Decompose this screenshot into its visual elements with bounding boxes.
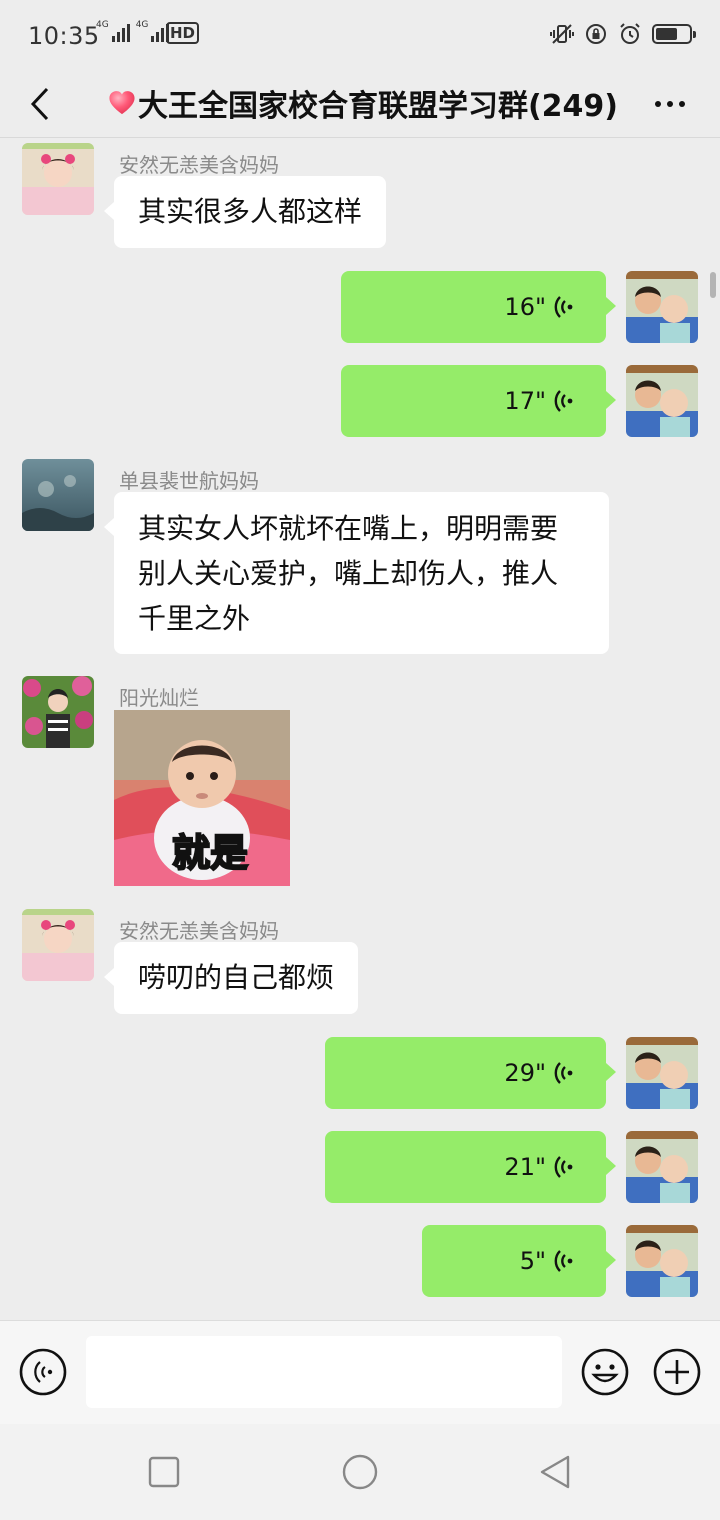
battery-level [656, 28, 677, 40]
status-bar: 10:35 4G 4G HD [0, 0, 720, 72]
avatar[interactable] [22, 909, 94, 981]
message-text-line: 千里之外 [138, 602, 251, 635]
hd-voice-icon: HD [166, 22, 200, 44]
input-bar [0, 1320, 720, 1424]
voice-duration: 21" [504, 1153, 546, 1181]
message-text-line: 别人关心爱护，嘴上却伤人，推人 [138, 557, 559, 590]
more-dot [679, 101, 685, 107]
message-bubble[interactable]: 其实很多人都这样 [103, 176, 387, 248]
message-text-line: 其实女人坏就坏在嘴上，明明需要 [138, 512, 559, 545]
avatar-self[interactable] [626, 365, 698, 437]
avatar-self[interactable] [626, 1037, 698, 1109]
system-navigation-bar [0, 1424, 720, 1520]
avatar-boys-image [626, 1225, 698, 1297]
more-dot [667, 101, 673, 107]
avatar-girl-image [22, 909, 94, 981]
signal-indicators: 4G 4G [96, 20, 170, 42]
more-dots-icon [655, 101, 661, 107]
status-right-icons [550, 22, 696, 46]
chevron-left-icon [30, 87, 49, 121]
battery-icon [652, 24, 696, 44]
avatar-flowers-image [22, 676, 94, 748]
sender-name: 单县裴世航妈妈 [119, 469, 259, 493]
vibrate-icon [550, 24, 574, 44]
more-button[interactable] [648, 82, 692, 126]
home-button[interactable] [340, 1452, 380, 1492]
avatar-boys-image [626, 271, 698, 343]
message-bubble[interactable]: 唠叨的自己都烦 [103, 942, 359, 1014]
message-text: 其实很多人都这样 [138, 195, 363, 228]
sender-name: 安然无恙美含妈妈 [119, 919, 279, 943]
message-list[interactable]: 安然无恙美含妈妈 其实很多人都这样 16" 17" 单县裴世航妈妈 其实女人坏就… [0, 139, 720, 1320]
system-back-button[interactable] [536, 1452, 576, 1492]
status-time: 10:35 [28, 22, 100, 50]
voice-wave-icon [554, 1062, 573, 1084]
heart-icon [109, 91, 135, 115]
voice-message[interactable]: 29" [325, 1037, 616, 1109]
message-text: 唠叨的自己都烦 [138, 961, 335, 994]
message-bubble[interactable]: 其实女人坏就坏在嘴上，明明需要 别人关心爱护，嘴上却伤人，推人 千里之外 [104, 492, 609, 654]
voice-wave-icon [554, 296, 573, 318]
avatar-self[interactable] [626, 271, 698, 343]
chat-header: 大王全国家校合育联盟学习群(249) [0, 72, 720, 138]
voice-message[interactable]: 17" [341, 365, 616, 437]
avatar-boys-image [626, 1131, 698, 1203]
network-type-label-2: 4G [135, 20, 149, 30]
avatar-self[interactable] [626, 1131, 698, 1203]
network-type-label: 4G [96, 20, 109, 30]
sender-name: 安然无恙美含妈妈 [119, 153, 279, 177]
avatar-boys-image [626, 365, 698, 437]
sender-name: 阳光灿烂 [119, 686, 199, 710]
avatar-girl-image [22, 143, 94, 215]
recent-apps-button[interactable] [144, 1452, 184, 1492]
sticker-caption: 就是 [171, 830, 249, 876]
avatar[interactable] [22, 143, 94, 215]
avatar[interactable] [22, 459, 94, 531]
voice-wave-icon [554, 390, 573, 412]
alarm-icon [620, 23, 640, 44]
signal-icon-2: 4G [136, 20, 170, 42]
sticker-image[interactable]: 就是 [114, 710, 290, 886]
voice-wave-icon [554, 1250, 573, 1272]
avatar-self[interactable] [626, 1225, 698, 1297]
voice-duration: 17" [504, 387, 546, 415]
back-button[interactable] [20, 80, 60, 128]
message-input[interactable] [86, 1336, 562, 1408]
chat-title: 大王全国家校合育联盟学习群(249) [108, 78, 618, 128]
voice-duration: 16" [504, 293, 546, 321]
voice-message[interactable]: 5" [422, 1225, 616, 1297]
scrollbar[interactable] [710, 272, 716, 298]
avatar-boys-image [626, 1037, 698, 1109]
voice-duration: 29" [504, 1059, 546, 1087]
voice-message[interactable]: 16" [341, 271, 616, 343]
voice-duration: 5" [519, 1247, 546, 1275]
voice-message[interactable]: 21" [325, 1131, 616, 1203]
signal-icon: 4G [96, 20, 130, 42]
plus-icon[interactable] [652, 1347, 702, 1397]
rotation-lock-icon [586, 24, 606, 44]
avatar-landscape-image [22, 459, 94, 531]
emoji-icon[interactable] [580, 1347, 630, 1397]
voice-wave-icon [554, 1156, 573, 1178]
chat-title-text: 大王全国家校合育联盟学习群(249) [137, 89, 618, 124]
avatar[interactable] [22, 676, 94, 748]
voice-mode-icon[interactable] [18, 1347, 68, 1397]
